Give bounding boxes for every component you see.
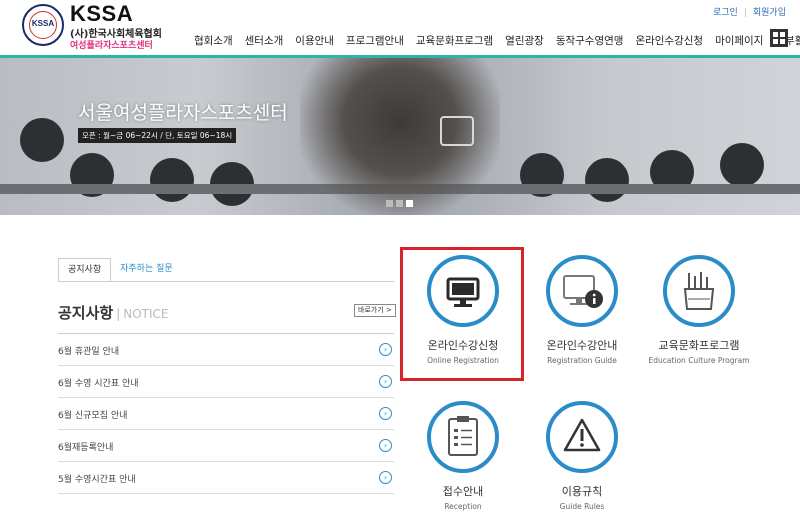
quick-label-en: Reception — [444, 502, 482, 511]
menu-programs[interactable]: 프로그램안내 — [346, 33, 404, 48]
notice-list: 6월 휴관일 안내 › 6월 수영 시간표 안내 › 6월 신규모집 안내 › … — [58, 334, 394, 494]
quick-label-en: Education Culture Program — [648, 356, 750, 365]
join-link[interactable]: 회원가입 — [753, 5, 786, 18]
warning-icon[interactable] — [546, 401, 618, 473]
main-navigation: 협회소개 센터소개 이용안내 프로그램안내 교육문화프로그램 열린광장 동작구수… — [194, 33, 800, 48]
notice-tabs: 공지사항 자주하는 질문 — [58, 258, 182, 282]
top-links: 로그인 | 회원가입 — [713, 5, 786, 18]
logo-title[interactable]: KSSA — [70, 1, 133, 27]
quick-reception[interactable]: 접수안내 Reception — [402, 401, 524, 512]
quick-registration-guide[interactable]: 온라인수강안내 Registration Guide — [521, 255, 643, 366]
list-item[interactable]: 6월 수영 시간표 안내 › — [58, 366, 394, 398]
slider-dots — [386, 200, 416, 207]
arrow-right-icon[interactable]: › — [379, 407, 392, 420]
online-registration-highlight-box — [400, 247, 524, 381]
arrow-right-icon[interactable]: › — [379, 471, 392, 484]
quick-label-en: Guide Rules — [559, 502, 605, 511]
shirt-logo-image — [440, 116, 474, 146]
menu-education[interactable]: 교육문화프로그램 — [416, 33, 493, 48]
notice-title: 공지사항 — [58, 304, 114, 322]
login-link[interactable]: 로그인 — [713, 5, 738, 18]
quick-guide-rules[interactable]: 이용규칙 Guide Rules — [521, 401, 643, 512]
top-links-separator: | — [743, 8, 747, 18]
dumbbell-plate-image — [20, 118, 64, 162]
slider-dot[interactable] — [396, 200, 403, 207]
tab-faq[interactable]: 자주하는 질문 — [111, 258, 182, 282]
notice-item-title[interactable]: 6월 휴관일 안내 — [58, 344, 119, 357]
tabs-underline — [58, 281, 394, 282]
quick-label[interactable]: 교육문화프로그램 — [638, 337, 760, 353]
notice-heading-separator: | — [116, 307, 121, 321]
dumbbell-plate-image — [585, 158, 629, 202]
seal-text: KSSA — [31, 19, 55, 28]
menu-swim-federation[interactable]: 동작구수영연맹 — [556, 33, 624, 48]
arrow-right-icon[interactable]: › — [379, 439, 392, 452]
menu-open-square[interactable]: 열린광장 — [505, 33, 544, 48]
logo-center-name: 여성플라자스포츠센터 — [70, 41, 153, 51]
quick-label[interactable]: 접수안내 — [402, 483, 524, 499]
hero-banner[interactable]: 서울여성플라자스포츠센터 오픈 : 월~금 06~22시 / 단, 토요일 06… — [0, 58, 800, 215]
menu-online-registration[interactable]: 온라인수강신청 — [635, 33, 703, 48]
menu-about[interactable]: 협회소개 — [194, 33, 233, 48]
hero-opening-hours: 오픈 : 월~금 06~22시 / 단, 토요일 06~18시 — [78, 128, 237, 143]
notice-more-button[interactable]: 바로가기 > — [354, 304, 396, 317]
clipboard-icon[interactable] — [427, 401, 499, 473]
list-item[interactable]: 6월 신규모집 안내 › — [58, 398, 394, 430]
notice-item-title[interactable]: 6월 수영 시간표 안내 — [58, 376, 139, 389]
slider-dot-active[interactable] — [406, 200, 413, 207]
quick-label[interactable]: 온라인수강안내 — [521, 337, 643, 353]
dumbbell-plate-image — [720, 143, 764, 187]
list-item[interactable]: 6월 휴관일 안내 › — [58, 334, 394, 366]
menu-mypage[interactable]: 마이페이지 — [715, 33, 763, 48]
pencil-cup-icon[interactable] — [663, 255, 735, 327]
quick-label-en: Registration Guide — [547, 356, 617, 365]
header: KSSA KSSA (사)한국사회체육협회 여성플라자스포츠센터 로그인 | 회원가… — [0, 0, 800, 55]
notice-item-title[interactable]: 6월재등록안내 — [58, 440, 113, 453]
menu-usage[interactable]: 이용안내 — [295, 33, 334, 48]
logo-seal[interactable]: KSSA — [22, 4, 64, 46]
notice-title-en: NOTICE — [123, 307, 169, 321]
list-item[interactable]: 6월재등록안내 › — [58, 430, 394, 462]
notice-item-title[interactable]: 5월 수영시간표 안내 — [58, 472, 136, 485]
list-item[interactable]: 5월 수영시간표 안내 › — [58, 462, 394, 494]
notice-item-title[interactable]: 6월 신규모집 안내 — [58, 408, 127, 421]
quick-education-program[interactable]: 교육문화프로그램 Education Culture Program — [638, 255, 760, 366]
all-menu-grid-icon[interactable] — [770, 29, 788, 47]
hero-title: 서울여성플라자스포츠센터 — [78, 102, 288, 124]
arrow-right-icon[interactable]: › — [379, 375, 392, 388]
arrow-right-icon[interactable]: › — [379, 343, 392, 356]
notice-heading: 공지사항 | NOTICE — [58, 302, 169, 323]
monitor-info-icon[interactable] — [546, 255, 618, 327]
dumbbell-plate-image — [150, 158, 194, 202]
quick-label[interactable]: 이용규칙 — [521, 483, 643, 499]
tab-notice[interactable]: 공지사항 — [58, 258, 112, 282]
menu-center[interactable]: 센터소개 — [245, 33, 284, 48]
slider-dot[interactable] — [386, 200, 393, 207]
